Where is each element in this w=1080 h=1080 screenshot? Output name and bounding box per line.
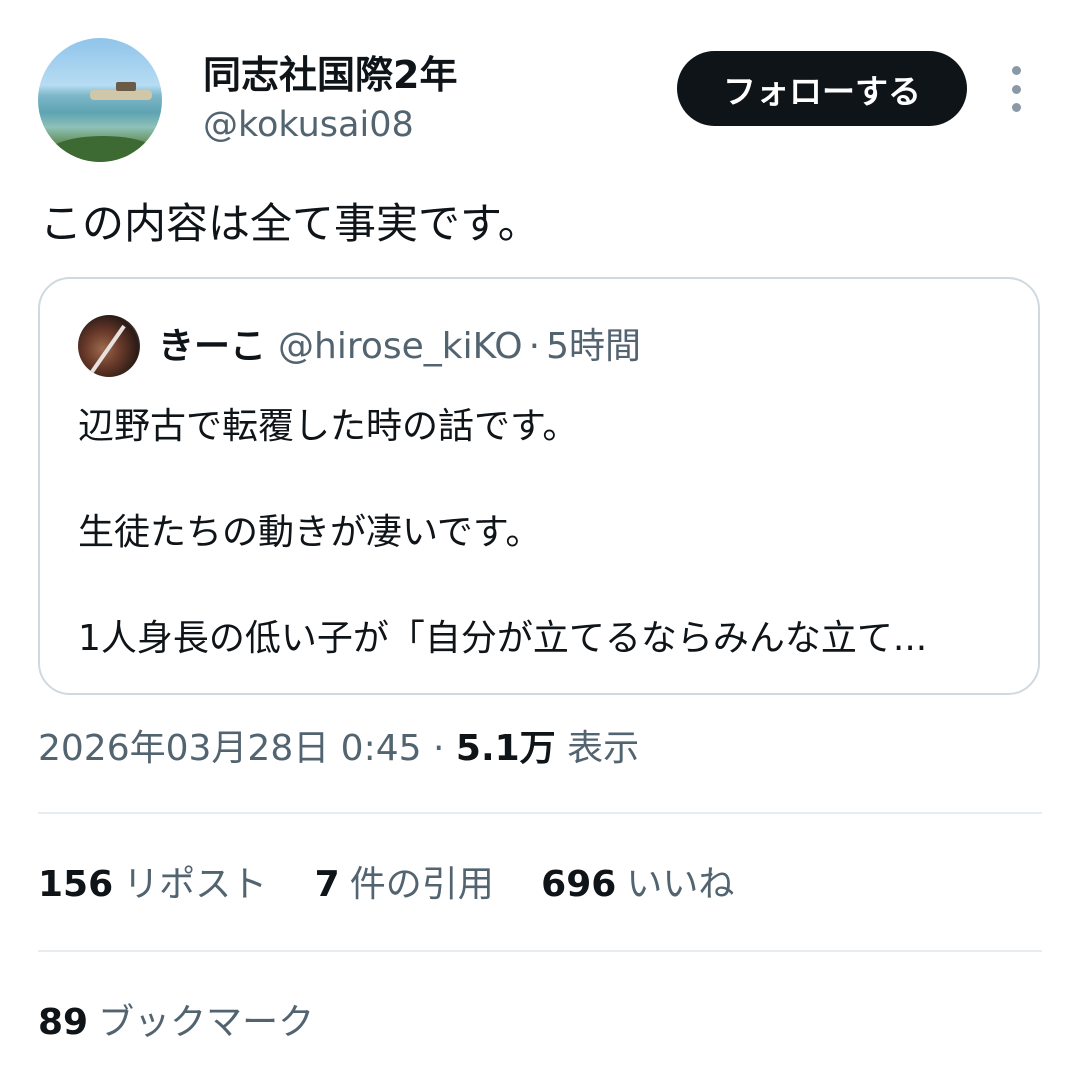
avatar-hut xyxy=(116,82,136,91)
avatar-violin-bow xyxy=(90,324,126,374)
author-name[interactable]: 同志社国際2年 xyxy=(203,52,457,98)
quoted-handle: @hirose_kiKO xyxy=(278,326,523,367)
likes-stat[interactable]: 696 いいね xyxy=(541,864,734,905)
divider-top xyxy=(38,812,1042,814)
avatar-sand xyxy=(90,90,152,100)
avatar-bush xyxy=(48,136,158,162)
quotes-count: 7 xyxy=(314,864,340,905)
tweet-detail: 同志社国際2年 @kokusai08 フォローする この内容は全て事実です。 き… xyxy=(0,0,1080,1080)
quotes-label: 件の引用 xyxy=(349,864,494,905)
bookmarks-count: 89 xyxy=(38,1002,89,1043)
quoted-tweet-card[interactable]: きーこ @hirose_kiKO · 5時間 辺野古で転覆した時の話です。 生徒たちの… xyxy=(38,277,1040,695)
quotes-stat[interactable]: 7 件の引用 xyxy=(315,864,494,905)
meta-separator: · xyxy=(432,728,445,769)
tweet-datetime[interactable]: 2026年03月28日 0:45 xyxy=(38,728,422,769)
reposts-stat[interactable]: 156 リポスト xyxy=(38,864,267,905)
quoted-line-3: 1人身長の低い子が「自分が立てるならみんな立て... xyxy=(78,618,928,659)
quoted-line-2: 生徒たちの動きが凄いです。 xyxy=(78,512,542,553)
quoted-header: きーこ @hirose_kiKO · 5時間 xyxy=(158,325,641,369)
bookmarks-label: ブックマーク xyxy=(98,1002,315,1043)
reposts-label: リポスト xyxy=(123,864,268,905)
more-vertical-icon[interactable] xyxy=(1003,66,1029,112)
divider-bottom xyxy=(38,950,1042,952)
bookmarks-stat[interactable]: 89 ブックマーク xyxy=(38,1000,314,1046)
author-avatar[interactable] xyxy=(38,38,162,162)
quoted-avatar xyxy=(78,315,140,377)
author-handle[interactable]: @kokusai08 xyxy=(203,104,414,146)
engagement-stats: 156 リポスト 7 件の引用 696 いいね xyxy=(38,862,770,908)
tweet-text: この内容は全て事実です。 xyxy=(40,199,540,248)
quoted-separator: · xyxy=(528,326,541,367)
likes-count: 696 xyxy=(541,864,617,905)
likes-label: いいね xyxy=(626,864,735,905)
reposts-count: 156 xyxy=(38,864,114,905)
follow-button[interactable]: フォローする xyxy=(677,51,967,126)
quoted-name: きーこ xyxy=(158,326,267,367)
views-count: 5.1万 xyxy=(455,728,556,769)
tweet-meta: 2026年03月28日 0:45 · 5.1万 表示 xyxy=(38,726,639,772)
views-label: 表示 xyxy=(567,728,640,769)
quoted-time: 5時間 xyxy=(546,326,641,367)
quoted-line-1: 辺野古で転覆した時の話です。 xyxy=(78,406,579,447)
